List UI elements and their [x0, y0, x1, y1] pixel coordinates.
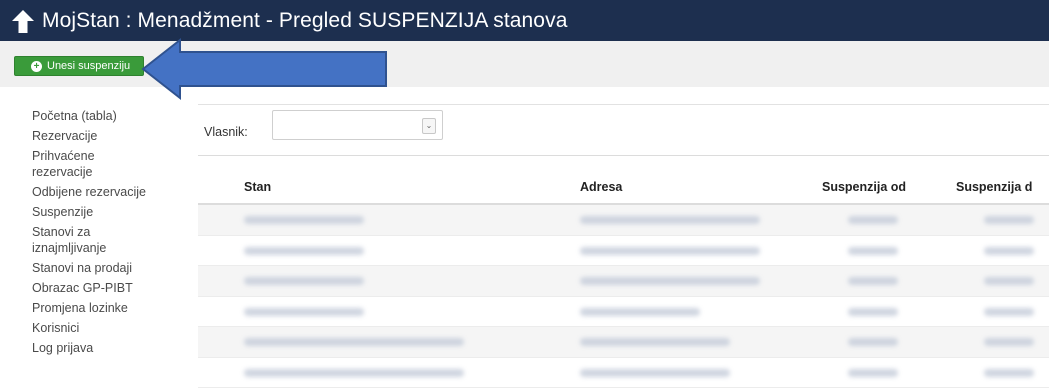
sidebar-item-form[interactable]: Obrazac GP-PIBT [32, 280, 182, 296]
table-row[interactable] [198, 358, 1049, 388]
owner-label: Vlasnik: [204, 125, 248, 139]
owner-select[interactable]: ⌄ [272, 110, 443, 140]
divider [198, 155, 1049, 156]
sidebar-item-rent[interactable]: Stanovi za iznajmljivanje [32, 224, 152, 256]
col-suspension-from[interactable]: Suspenzija od [822, 180, 906, 194]
up-arrow-icon[interactable] [8, 6, 38, 36]
table-row[interactable] [198, 205, 1049, 236]
suspensions-table: Stan Adresa Suspenzija od Suspenzija d [198, 170, 1049, 388]
sidebar-item-sale[interactable]: Stanovi na prodaji [32, 260, 182, 276]
sidebar-item-home[interactable]: Početna (tabla) [32, 108, 182, 124]
sidebar: Početna (tabla) Rezervacije Prihvaćene r… [32, 108, 182, 360]
sidebar-item-password[interactable]: Promjena lozinke [32, 300, 182, 316]
sidebar-item-reservations[interactable]: Rezervacije [32, 128, 182, 144]
table-row[interactable] [198, 297, 1049, 328]
col-stan[interactable]: Stan [244, 180, 271, 194]
sidebar-item-accepted[interactable]: Prihvaćene rezervacije [32, 148, 152, 180]
table-row[interactable] [198, 327, 1049, 358]
sidebar-item-users[interactable]: Korisnici [32, 320, 182, 336]
sidebar-item-rejected[interactable]: Odbijene rezervacije [32, 184, 182, 200]
col-suspension-to[interactable]: Suspenzija d [956, 180, 1032, 194]
table-row[interactable] [198, 236, 1049, 267]
divider [198, 104, 1049, 105]
chevron-down-icon: ⌄ [422, 118, 436, 134]
table-row[interactable] [198, 266, 1049, 297]
add-suspension-button[interactable]: + Unesi suspenziju [14, 56, 144, 76]
sidebar-item-suspensions[interactable]: Suspenzije [32, 204, 182, 220]
annotation-arrow [140, 37, 390, 101]
plus-circle-icon: + [31, 61, 42, 72]
col-adresa[interactable]: Adresa [580, 180, 622, 194]
title-bar: MojStan : Menadžment - Pregled SUSPENZIJ… [0, 0, 1049, 41]
add-suspension-label: Unesi suspenziju [47, 60, 130, 72]
page-title: MojStan : Menadžment - Pregled SUSPENZIJ… [42, 9, 567, 33]
table-header: Stan Adresa Suspenzija od Suspenzija d [198, 170, 1049, 205]
sidebar-item-log[interactable]: Log prijava [32, 340, 182, 356]
